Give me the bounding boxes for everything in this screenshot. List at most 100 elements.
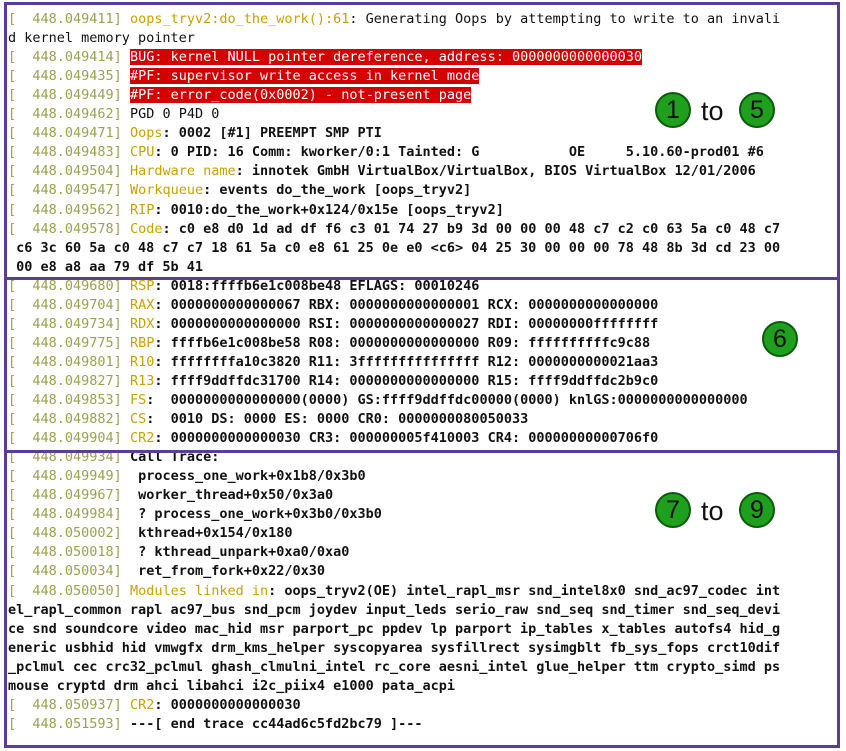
log-message: : ffffb6e1c008be58 R08: 0000000000000000…	[154, 334, 651, 351]
log-line: _pclmul cec crc32_pclmul ghash_clmulni_i…	[8, 658, 780, 677]
log-message: : 0018:ffffb6e1c008be48 EFLAGS: 00010246	[154, 277, 480, 294]
log-message: : 0000000000000030	[154, 696, 301, 713]
log-bracket-open: [	[8, 144, 33, 161]
log-message: : 0010 DS: 0000 ES: 0000 CR0: 0000000080…	[146, 411, 529, 428]
log-message: ret_from_fork+0x22/0x30	[129, 563, 326, 580]
log-label: R13	[129, 372, 155, 389]
log-message: worker_thread+0x50/0x3a0	[129, 487, 334, 504]
log-bracket-close: ]	[113, 125, 130, 142]
log-line: [ 448.049853] FS: 0000000000000000(0000)…	[8, 391, 748, 410]
log-bracket-close: ]	[113, 277, 130, 294]
log-bracket-open: [	[8, 525, 33, 542]
log-bracket-open: [	[8, 106, 33, 123]
annotation-badge-5: 5	[739, 92, 775, 128]
log-message: PGD 0 P4D 0	[129, 106, 220, 123]
log-label: #PF	[129, 87, 155, 104]
log-line: 00 e8 a8 aa 79 df 5b 41	[8, 258, 203, 277]
log-message: d kernel memory pointer	[8, 30, 195, 47]
log-timestamp: 448.049704	[32, 296, 114, 313]
log-timestamp: 448.049904	[32, 430, 114, 447]
log-bracket-open: [	[8, 544, 33, 561]
log-bracket-close: ]	[113, 163, 130, 180]
log-message: el_rapl_common rapl ac97_bus snd_pcm joy…	[8, 601, 781, 618]
log-bracket-open: [	[8, 715, 33, 732]
log-timestamp: 448.049882	[32, 411, 114, 428]
log-line: [ 448.049483] CPU: 0 PID: 16 Comm: kwork…	[8, 143, 764, 162]
log-message: : 0002 [#1] PREEMPT SMP PTI	[162, 125, 382, 142]
log-timestamp: 448.049984	[32, 506, 114, 523]
log-timestamp: 448.049504	[32, 163, 114, 180]
log-bracket-open: [	[8, 563, 33, 580]
log-line: eneric usbhid hid vmwgfx drm_kms_helper …	[8, 639, 780, 658]
log-label: Code	[129, 220, 163, 237]
log-bracket-open: [	[8, 506, 33, 523]
log-timestamp: 448.049801	[32, 353, 114, 370]
log-line: [ 448.049449] #PF: error_code(0x0002) - …	[8, 86, 472, 105]
log-message: mouse cryptd drm ahci libahci i2c_piix4 …	[8, 677, 456, 694]
log-line: el_rapl_common rapl ac97_bus snd_pcm joy…	[8, 601, 780, 620]
log-line: [ 448.049680] RSP: 0018:ffffb6e1c008be48…	[8, 277, 479, 296]
log-line: [ 448.049984] ? process_one_work+0x3b0/0…	[8, 505, 382, 524]
log-bracket-close: ]	[113, 468, 130, 485]
log-bracket-open: [	[8, 392, 33, 408]
log-label: Oops	[129, 125, 163, 142]
log-bracket-close: ]	[113, 334, 130, 351]
log-label: FS	[129, 392, 147, 408]
log-bracket-open: [	[8, 696, 33, 713]
log-line: [ 448.050034] ret_from_fork+0x22/0x30	[8, 562, 325, 581]
log-line: [ 448.049775] RBP: ffffb6e1c008be58 R08:…	[8, 334, 650, 353]
log-label: RBP	[129, 334, 155, 351]
log-bracket-close: ]	[113, 582, 130, 599]
log-message: : 0 PID: 16 Comm: kworker/0:1 Tainted: G…	[154, 144, 764, 161]
log-label: RDX	[129, 315, 155, 332]
log-line: [ 448.049967] worker_thread+0x50/0x3a0	[8, 486, 333, 505]
log-message: : ffff9ddffdc31700 R14: 0000000000000000…	[154, 372, 659, 389]
log-message: : Generating Oops by attempting to write…	[349, 11, 781, 27]
log-bracket-close: ]	[113, 106, 130, 123]
log-message: : 0000000000000030 CR3: 000000005f410003…	[154, 430, 659, 447]
log-line: [ 448.050050] Modules linked in: oops_tr…	[8, 582, 780, 601]
log-bracket-open: [	[8, 182, 33, 199]
log-bracket-open: [	[8, 296, 33, 313]
log-timestamp: 448.049562	[32, 201, 114, 218]
log-message: c6 3c 60 5a c0 48 c7 c7 18 61 5a c0 e8 6…	[8, 239, 781, 256]
log-label: Workqueue	[129, 182, 204, 199]
log-message: process_one_work+0x1b8/0x3b0	[129, 468, 366, 485]
log-timestamp: 448.050050	[32, 582, 114, 599]
log-bracket-close: ]	[113, 144, 130, 161]
log-timestamp: 448.049483	[32, 144, 114, 161]
log-bracket-close: ]	[113, 68, 130, 85]
log-timestamp: 448.050018	[32, 544, 114, 561]
log-line: [ 448.051593] ---[ end trace cc44ad6c5fd…	[8, 715, 423, 734]
log-line: [ 448.049801] R10: ffffffffa10c3820 R11:…	[8, 353, 658, 372]
annotation-badge-1: 1	[655, 92, 691, 128]
log-line: [ 448.049547] Workqueue: events do_the_w…	[8, 181, 471, 200]
annotation-badge-7: 7	[655, 492, 691, 528]
log-bracket-close: ]	[113, 296, 130, 313]
log-message: : 0000000000000067 RBX: 0000000000000001…	[154, 296, 659, 313]
log-bracket-open: [	[8, 49, 33, 66]
log-bracket-open: [	[8, 277, 33, 294]
log-line: [ 448.049904] CR2: 0000000000000030 CR3:…	[8, 429, 658, 448]
log-bracket-open: [	[8, 449, 33, 466]
log-line: [ 448.049934] Call Trace:	[8, 448, 219, 467]
log-bracket-close: ]	[113, 220, 130, 237]
annotation-badge-9: 9	[739, 492, 775, 528]
log-label: BUG	[129, 49, 155, 66]
log-bracket-close: ]	[113, 182, 130, 199]
log-timestamp: 448.050002	[32, 525, 114, 542]
log-timestamp: 448.049435	[32, 68, 114, 85]
log-label: RIP	[129, 201, 155, 218]
log-timestamp: 448.049471	[32, 125, 114, 142]
log-bracket-close: ]	[113, 449, 130, 466]
log-timestamp: 448.049680	[32, 277, 114, 294]
log-label: R10	[129, 353, 155, 370]
log-label: oops_tryv2:do_the_work():61	[129, 11, 350, 27]
log-label: CS	[129, 411, 147, 428]
log-label: RSP	[129, 277, 155, 294]
log-line: [ 448.049462] PGD 0 P4D 0	[8, 105, 219, 124]
log-bracket-close: ]	[113, 715, 130, 732]
log-timestamp: 448.049547	[32, 182, 114, 199]
bug-highlight: #PF: supervisor write access in kernel m…	[129, 68, 480, 85]
log-line: [ 448.050002] kthread+0x154/0x180	[8, 524, 293, 543]
